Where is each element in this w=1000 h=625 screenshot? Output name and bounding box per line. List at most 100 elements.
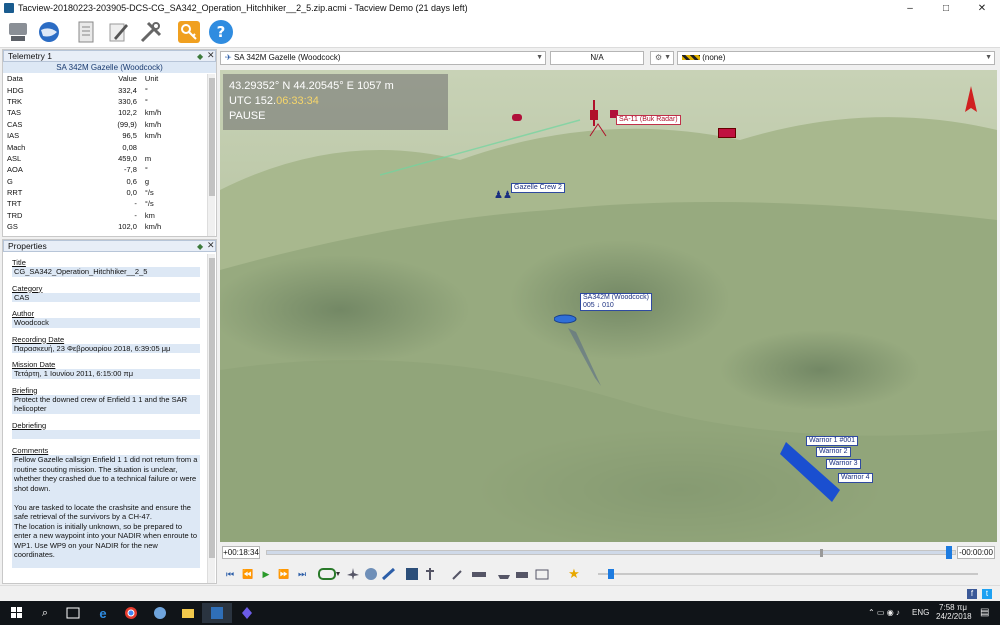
close-button[interactable]: ✕ <box>964 0 1000 16</box>
object-selector[interactable]: ✈ SA 342M Gazelle (Woodcock) ▼ <box>220 51 546 65</box>
data-unit: km/h <box>144 108 162 118</box>
timeline-marker[interactable] <box>820 549 823 557</box>
key-icon[interactable] <box>175 18 203 46</box>
facebook-icon[interactable]: f <box>967 589 977 599</box>
crew-icon[interactable]: ♟♟ <box>494 190 512 201</box>
clock[interactable]: 7:58 πμ 24/2/2018 <box>936 603 972 621</box>
properties-scrollbar[interactable] <box>207 254 215 583</box>
comments-value[interactable]: Fellow Gazelle callsign Enfield 1 1 did … <box>12 455 200 568</box>
panel-toggle-icon[interactable] <box>404 566 420 582</box>
chrome-icon[interactable] <box>116 603 146 623</box>
warrior4-label[interactable]: Warrior 4 <box>838 473 873 483</box>
table-row: ASL 459,0 m <box>3 153 203 164</box>
telemetry-scrollbar[interactable] <box>207 74 215 236</box>
warrior1-label[interactable]: Warrior 1 #001 <box>806 436 859 446</box>
camera-icon[interactable] <box>534 566 550 582</box>
column-header: Data <box>7 74 23 84</box>
sa11-label[interactable]: SA-11 (Buk Radar) <box>616 115 681 125</box>
tools-icon[interactable] <box>137 18 165 46</box>
elapsed-time: +00:18:34 <box>222 546 260 559</box>
player-label[interactable]: SA342M (Woodcock) 005 ↓ 010 <box>580 293 653 311</box>
view-mode-icon[interactable] <box>316 566 342 582</box>
globe-icon[interactable] <box>35 18 63 46</box>
property-value[interactable]: CAS <box>12 292 200 302</box>
column-header: Value <box>118 74 137 84</box>
speed-slider-thumb[interactable] <box>608 569 614 579</box>
edit-icon[interactable] <box>104 18 132 46</box>
document-icon[interactable] <box>72 18 100 46</box>
aircraft-filter-icon[interactable] <box>345 566 361 582</box>
task-view-icon[interactable] <box>58 603 88 623</box>
missile-icon[interactable] <box>381 566 397 582</box>
data-unit: km/h <box>144 119 162 129</box>
maximize-button[interactable]: □ <box>928 0 964 16</box>
tacview-app-icon <box>4 3 14 13</box>
timeline-slider-thumb[interactable] <box>946 546 953 559</box>
globe-view-icon[interactable] <box>363 566 379 582</box>
weapon-icon[interactable] <box>422 566 438 582</box>
crew-label[interactable]: Gazelle Crew 2 <box>511 183 565 193</box>
data-label: IAS <box>7 131 20 141</box>
help-icon[interactable]: ? <box>207 18 235 46</box>
app-taskbar-icon[interactable] <box>232 603 262 623</box>
property-value[interactable] <box>12 429 200 439</box>
property-value[interactable]: Woodcock <box>12 318 200 328</box>
first-frame-button[interactable]: ⏮ <box>222 566 238 582</box>
speed-slider-track[interactable] <box>598 573 978 575</box>
property-value[interactable]: Παρασκευή, 23 Φεβρουαρίου 2018, 6:39:05 … <box>12 343 200 353</box>
star-icon[interactable]: ★ <box>566 566 582 582</box>
close-panel-icon[interactable]: ✕ <box>207 240 215 251</box>
search-icon[interactable]: ⌕ <box>30 603 60 623</box>
last-frame-button[interactable]: ⏭ <box>294 566 310 582</box>
table-row: TRK 330,6 ° <box>3 96 203 107</box>
start-button[interactable] <box>2 603 32 623</box>
file-explorer-icon[interactable] <box>173 603 203 623</box>
fast-forward-button[interactable]: ⏩ <box>276 566 292 582</box>
play-button[interactable]: ▶ <box>258 566 274 582</box>
utc-readout: UTC 152.06:33:34 <box>229 94 448 109</box>
camera-mode-button[interactable]: ⚙ ▼ <box>650 51 674 65</box>
telemetry-panel: Telemetry 1 ◆ ✕ SA 342M Gazelle (Woodcoc… <box>2 49 217 237</box>
minimize-button[interactable]: – <box>892 0 928 16</box>
data-label: HDG <box>7 85 24 95</box>
twitter-icon[interactable]: t <box>982 589 992 599</box>
notification-icon[interactable]: ▤ <box>980 607 989 618</box>
rewind-button[interactable]: ⏪ <box>240 566 256 582</box>
data-value: -7,8 <box>123 165 137 175</box>
property-value[interactable]: Τετάρτη, 1 Ιουνίου 2011, 6:15:00 πμ <box>12 369 200 379</box>
target-selector[interactable]: N/A <box>550 51 644 65</box>
edge-browser-icon[interactable]: e <box>88 603 118 623</box>
camera-target-selector[interactable]: (none) ▼ <box>677 51 995 65</box>
3d-view[interactable]: 43.29352° N 44.20545° E 1057 m UTC 152.0… <box>220 70 997 542</box>
data-unit: g <box>144 176 150 186</box>
vehicle-icon[interactable] <box>514 566 530 582</box>
recorder-icon[interactable] <box>4 18 32 46</box>
ship-icon[interactable] <box>496 566 512 582</box>
data-label: TAS <box>7 108 22 118</box>
property-value[interactable]: Protect the downed crew of Enfield 1 1 a… <box>12 394 200 414</box>
target-selector-value: N/A <box>590 53 604 62</box>
pin-icon[interactable]: ◆ <box>197 241 203 252</box>
pin-icon[interactable]: ◆ <box>197 51 203 62</box>
scroll-thumb[interactable] <box>209 258 215 558</box>
sam-launcher-icon[interactable] <box>512 114 522 121</box>
tacview-taskbar-icon[interactable] <box>202 603 232 623</box>
language-indicator[interactable]: ENG <box>912 608 929 617</box>
data-unit: km/h <box>144 222 162 232</box>
ground-unit-icon[interactable] <box>468 566 492 582</box>
property-value[interactable]: CG_SA342_Operation_Hitchhiker__2_5 <box>12 267 200 277</box>
close-panel-icon[interactable]: ✕ <box>207 50 215 61</box>
camera-target-value: (none) <box>702 53 726 62</box>
warrior3-label[interactable]: Warrior 3 <box>826 459 861 469</box>
telemetry-table: Data Value Unit HDG 332,4 ° TRK 330,6 ° TAS 1… <box>3 73 203 232</box>
app-icon[interactable] <box>145 603 175 623</box>
tool-icon[interactable] <box>450 566 466 582</box>
scroll-thumb[interactable] <box>209 78 215 196</box>
data-unit: m <box>144 153 152 163</box>
tray-icons[interactable]: ⌃ ▭ ◉ ♪ <box>868 608 900 617</box>
hostile-building-icon[interactable] <box>718 128 736 138</box>
table-row: TRD - km <box>3 210 203 221</box>
object-selector-value: SA 342M Gazelle (Woodcock) <box>233 53 341 62</box>
timeline-track[interactable] <box>266 550 956 555</box>
warrior2-label[interactable]: Warrior 2 <box>816 447 851 457</box>
